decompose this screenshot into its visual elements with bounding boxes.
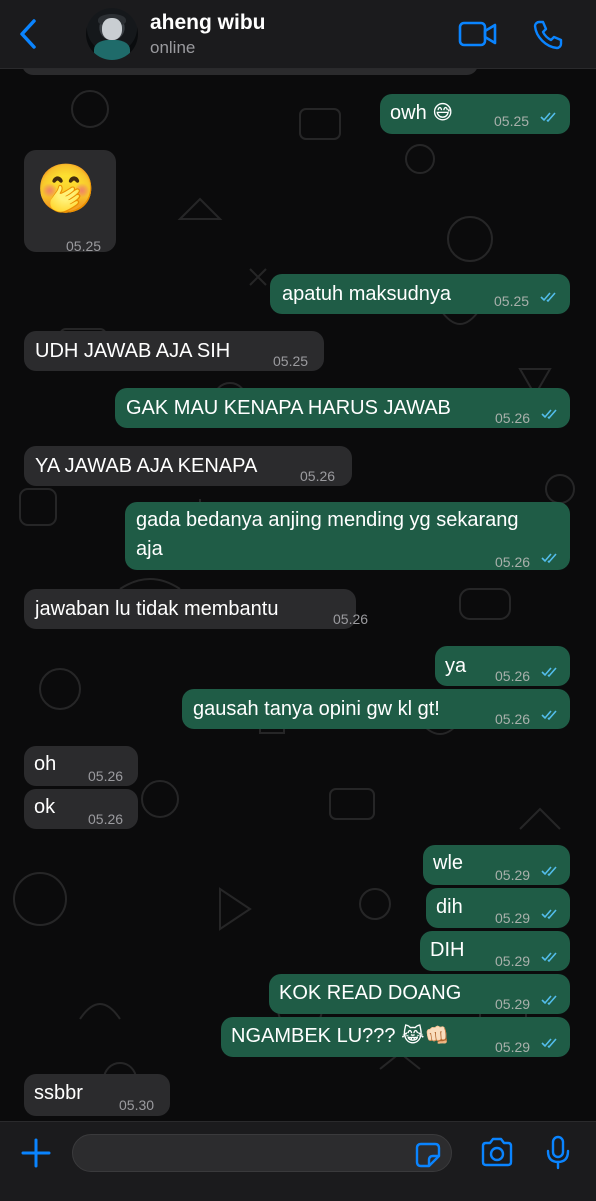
- read-ticks-icon: [541, 995, 557, 1006]
- message-outgoing[interactable]: KOK READ DOANG 05.29: [269, 974, 570, 1014]
- video-call-icon: [458, 21, 497, 47]
- message-text: gausah tanya opini gw kl gt!: [193, 698, 440, 720]
- message-text: jawaban lu tidak membantu: [35, 598, 279, 620]
- read-ticks-icon: [540, 292, 556, 303]
- message-time: 05.25: [494, 293, 530, 309]
- message-time: 05.26: [495, 668, 531, 684]
- message-time: 05.29: [495, 996, 531, 1012]
- microphone-icon: [546, 1135, 570, 1170]
- contact-name[interactable]: aheng wibu: [150, 11, 266, 35]
- message-outgoing[interactable]: gausah tanya opini gw kl gt! 05.26: [182, 689, 570, 729]
- message-outgoing[interactable]: owh 😅 05.25: [380, 94, 570, 134]
- read-ticks-icon: [541, 409, 557, 420]
- contact-status: online: [150, 38, 196, 57]
- message-text: NGAMBEK LU??? 😹👊🏻: [231, 1025, 450, 1047]
- message-incoming[interactable]: ssbbr 05.30: [24, 1074, 170, 1116]
- composer-bar: [0, 1121, 596, 1201]
- message-time: 05.29: [495, 953, 531, 969]
- sticker-button[interactable]: [415, 1142, 441, 1173]
- read-ticks-icon: [541, 952, 557, 963]
- attach-button[interactable]: [20, 1137, 52, 1174]
- read-ticks-icon: [541, 710, 557, 721]
- message-time: 05.26: [333, 611, 369, 627]
- sticker-icon: [415, 1142, 441, 1168]
- message-text-line1: gada bedanya anjing mending yg sekarang: [136, 509, 519, 531]
- message-time: 05.30: [119, 1097, 155, 1113]
- message-time: 05.26: [495, 711, 531, 727]
- message-text: ok: [34, 796, 56, 818]
- message-time: 05.26: [88, 811, 124, 827]
- message-time: 05.26: [300, 468, 336, 484]
- message-incoming[interactable]: jawaban lu tidak membantu 05.26: [24, 589, 368, 629]
- read-ticks-icon: [541, 667, 557, 678]
- message-text: ssbbr: [34, 1082, 83, 1104]
- message-outgoing[interactable]: apatuh maksudnya 05.25: [270, 274, 570, 314]
- camera-icon: [481, 1137, 513, 1167]
- message-time: 05.26: [495, 410, 531, 426]
- message-time: 05.29: [495, 1039, 531, 1055]
- message-text: YA JAWAB AJA KENAPA: [35, 455, 258, 477]
- message-partial: [22, 69, 478, 75]
- video-call-button[interactable]: [458, 20, 498, 53]
- message-text: oh: [34, 753, 57, 775]
- avatar[interactable]: [86, 8, 138, 60]
- message-outgoing[interactable]: NGAMBEK LU??? 😹👊🏻 05.29: [221, 1017, 570, 1057]
- message-text: owh 😅: [390, 102, 454, 124]
- plus-icon: [21, 1138, 51, 1168]
- message-incoming[interactable]: oh 05.26: [24, 746, 138, 786]
- message-text: ya: [445, 655, 467, 677]
- message-incoming[interactable]: ok 05.26: [24, 789, 138, 829]
- message-text: UDH JAWAB AJA SIH: [35, 340, 231, 362]
- read-ticks-icon: [541, 909, 557, 920]
- chevron-left-icon: [20, 19, 36, 49]
- message-incoming[interactable]: UDH JAWAB AJA SIH 05.25: [24, 331, 324, 371]
- read-ticks-icon: [541, 553, 557, 564]
- message-time: 05.29: [495, 910, 531, 926]
- chat-header: aheng wibu online: [0, 0, 596, 69]
- message-list[interactable]: owh 😅 05.25 🤭 05.25 apatuh maksudnya 05.…: [0, 69, 596, 1121]
- message-time: 05.25: [66, 238, 102, 254]
- message-incoming[interactable]: 🤭 05.25: [24, 150, 116, 254]
- message-input[interactable]: [72, 1134, 452, 1172]
- read-ticks-icon: [541, 1038, 557, 1049]
- message-time: 05.29: [495, 867, 531, 883]
- message-text: DIH: [430, 939, 465, 961]
- message-outgoing[interactable]: dih 05.29: [426, 888, 570, 928]
- message-outgoing[interactable]: GAK MAU KENAPA HARUS JAWAB 05.26: [115, 388, 570, 428]
- message-text: wle: [433, 852, 464, 874]
- message-outgoing[interactable]: wle 05.29: [423, 845, 570, 885]
- message-time: 05.26: [495, 554, 531, 570]
- message-outgoing[interactable]: DIH 05.29: [420, 931, 570, 971]
- message-text: dih: [436, 896, 463, 918]
- message-time: 05.25: [273, 353, 309, 369]
- phone-icon: [533, 20, 563, 50]
- message-outgoing[interactable]: gada bedanya anjing mending yg sekarang …: [125, 502, 570, 570]
- read-ticks-icon: [540, 112, 556, 123]
- message-text: GAK MAU KENAPA HARUS JAWAB: [126, 397, 451, 419]
- back-button[interactable]: [14, 16, 44, 52]
- message-emoji: 🤭: [36, 163, 96, 216]
- message-text: apatuh maksudnya: [282, 283, 452, 305]
- message-incoming[interactable]: YA JAWAB AJA KENAPA 05.26: [24, 446, 352, 486]
- voice-call-button[interactable]: [532, 19, 564, 56]
- message-outgoing[interactable]: ya 05.26: [435, 646, 570, 686]
- message-text-line2: aja: [136, 538, 163, 560]
- camera-button[interactable]: [480, 1137, 514, 1172]
- read-ticks-icon: [541, 866, 557, 877]
- message-time: 05.26: [88, 768, 124, 784]
- message-text: KOK READ DOANG: [279, 982, 462, 1004]
- message-time: 05.25: [494, 113, 530, 129]
- microphone-button[interactable]: [545, 1135, 571, 1176]
